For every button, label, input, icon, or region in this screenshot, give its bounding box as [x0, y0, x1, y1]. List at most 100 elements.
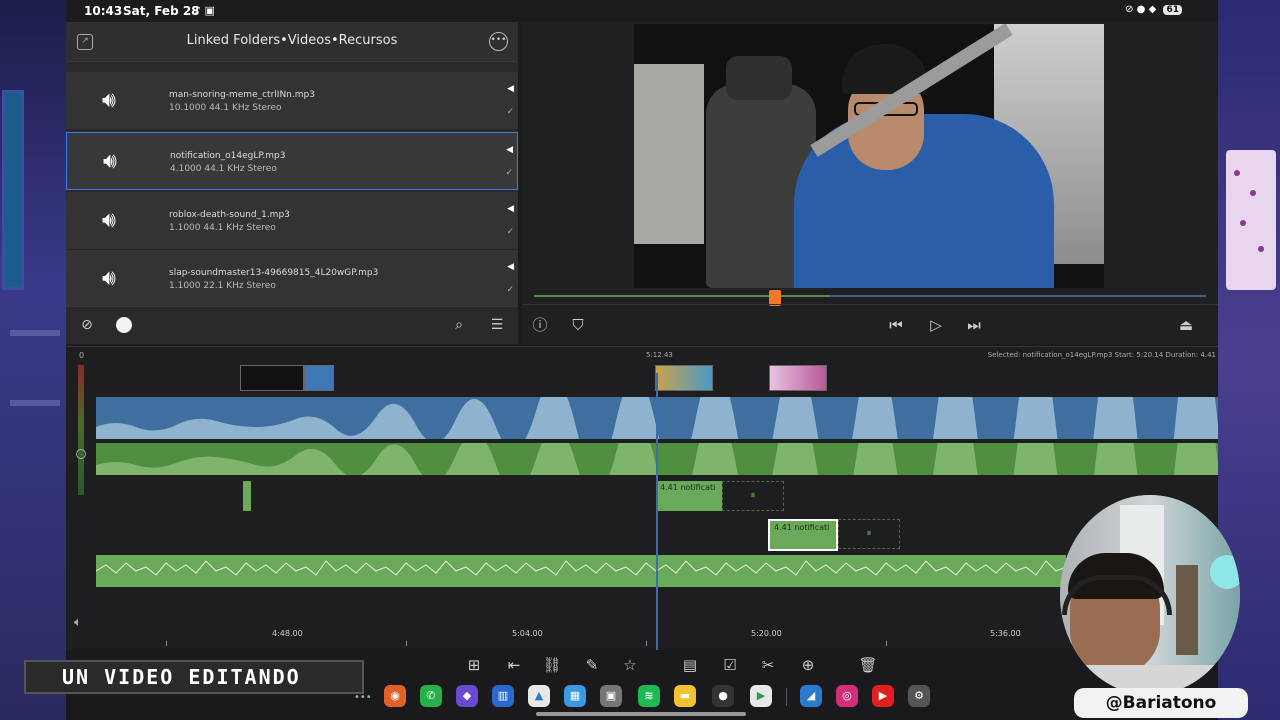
search-icon[interactable]: ⌕: [450, 316, 468, 334]
speaker-icon: 🔊︎: [102, 266, 116, 291]
browser-title[interactable]: Linked Folders•Videos•Recursos: [66, 33, 518, 48]
whatsapp-app-icon[interactable]: ✆: [420, 685, 442, 707]
add-clip-icon[interactable]: ⊞: [464, 656, 484, 674]
poster-art: [1226, 150, 1276, 290]
stream-caption: UN VIDEO EDITANDO: [24, 660, 364, 694]
more-options-icon[interactable]: •••: [489, 32, 508, 51]
info-icon[interactable]: ⓘ: [530, 315, 550, 335]
time-ruler[interactable]: 4:48.00 5:04.00 5:20.00 5:36.00: [96, 625, 1218, 651]
play-store-app-icon[interactable]: ▶: [750, 685, 772, 707]
check-icon: ✓: [506, 227, 514, 237]
shelf-art: [10, 400, 60, 406]
gem-app-icon[interactable]: ◆: [456, 685, 478, 707]
window-art: [2, 90, 24, 290]
status-bar: 10:43 Sat, Feb 28 ♪ ▣ ⊘ ● ◆ 61: [66, 0, 1218, 22]
gallery-app-icon[interactable]: ▣: [600, 685, 622, 707]
drive-app-icon[interactable]: ▲: [528, 685, 550, 707]
add-icon[interactable]: ⊕: [798, 656, 818, 674]
spotify-app-icon[interactable]: ≋: [638, 685, 660, 707]
undo-icon[interactable]: ↶: [1214, 315, 1219, 335]
folder-app-icon[interactable]: ▬: [674, 685, 696, 707]
files-app-icon[interactable]: ▦: [564, 685, 586, 707]
file-row-selected[interactable]: 🔊︎ notification_o14egLP.mp3 4.1000 44.1 …: [66, 132, 518, 190]
battery-icon: 61: [1163, 5, 1182, 15]
notes-app-icon[interactable]: ▥: [492, 685, 514, 707]
selection-info: Selected: notification_o14egLP.mp3 Start…: [987, 351, 1216, 359]
stream-scene: 10:43 Sat, Feb 28 ♪ ▣ ⊘ ● ◆ 61 ↗ Linked …: [0, 0, 1280, 720]
voiceover-icon[interactable]: ⏏: [1176, 315, 1196, 335]
speaker-icon: 🔊︎: [103, 149, 117, 174]
file-row[interactable]: 🔊︎ roblox-death-sound_1.mp3 1.1000 44.1 …: [66, 192, 518, 250]
play-icon[interactable]: ◀: [507, 204, 514, 214]
settings-app-icon[interactable]: ⚙: [908, 685, 930, 707]
streamer-handle: @Bariatono: [1074, 688, 1248, 718]
system-icons: ⊘ ● ◆ 61: [1125, 4, 1182, 15]
room-shelf: [1176, 565, 1198, 655]
timeline: 0 5:12.43 Selected: notification_o14egLP…: [66, 315, 1218, 651]
status-time: 10:43: [84, 4, 123, 18]
headrest-art: [726, 56, 792, 100]
sfx-clip[interactable]: 4.41 notificati: [656, 481, 722, 511]
editor-app-icon[interactable]: ◢: [800, 685, 822, 707]
file-meta: 1.1000 44.1 KHz Stereo: [169, 223, 276, 233]
skip-back-icon[interactable]: ⏮: [886, 315, 906, 335]
playhead[interactable]: [656, 373, 658, 651]
ruler-label: 4:48.00: [272, 629, 303, 638]
play-icon[interactable]: ▷: [926, 315, 946, 335]
play-icon[interactable]: ◀: [506, 145, 513, 155]
sfx-clip[interactable]: [243, 481, 251, 511]
instagram-app-icon[interactable]: ◎: [836, 685, 858, 707]
ruler-label: 5:20.00: [751, 629, 782, 638]
checkbox-icon[interactable]: ☑: [720, 656, 740, 674]
firefox-app-icon[interactable]: ◉: [384, 685, 406, 707]
title-clip[interactable]: [304, 365, 334, 391]
title-clip[interactable]: [240, 365, 304, 391]
notification-icons: ♪ ▣: [194, 4, 215, 17]
record-button[interactable]: [116, 317, 132, 333]
scissors-icon[interactable]: ✂: [758, 656, 778, 674]
clip-ghost: ⏸: [838, 519, 900, 549]
clip-label: 4.41 notificati: [774, 523, 830, 532]
clip-label: 4.41 notificati: [660, 483, 716, 492]
image-clip[interactable]: [655, 365, 713, 391]
file-name: notification_o14egLP.mp3: [170, 151, 286, 161]
insert-icon[interactable]: ⇤: [504, 656, 524, 674]
volume-icon[interactable]: 🔈︎: [74, 615, 82, 630]
file-name: man-snoring-meme_ctrlINn.mp3: [169, 90, 315, 100]
favorite-icon[interactable]: ☆: [620, 656, 640, 674]
play-icon[interactable]: ◀: [507, 262, 514, 272]
check-icon: ✓: [506, 285, 514, 295]
trash-icon[interactable]: 🗑︎: [858, 656, 878, 674]
scrubber-progress: [534, 295, 830, 297]
selected-sfx-clip[interactable]: 4.41 notificati: [768, 519, 838, 551]
sort-icon[interactable]: ☰: [488, 316, 506, 334]
camera-app-icon[interactable]: ●: [712, 685, 734, 707]
layers-icon[interactable]: ▤: [680, 656, 700, 674]
media-browser: ↗ Linked Folders•Videos•Recursos ••• 🔊︎ …: [66, 22, 518, 344]
youtube-app-icon[interactable]: ▶: [872, 685, 894, 707]
dock-separator: [786, 688, 787, 706]
pen-icon[interactable]: ✎: [582, 656, 602, 674]
preview-scrubber[interactable]: [534, 290, 1206, 306]
home-indicator[interactable]: [536, 712, 746, 716]
image-clip[interactable]: [769, 365, 827, 391]
volume-knob[interactable]: [76, 449, 86, 459]
status-date: Sat, Feb 28: [123, 4, 200, 18]
video-preview[interactable]: [634, 24, 1104, 288]
ruler-label: 5:04.00: [512, 629, 543, 638]
play-icon[interactable]: ◀: [507, 84, 514, 94]
browser-toolbar: ⊘ ⌕ ☰: [66, 306, 518, 344]
file-meta: 4.1000 44.1 KHz Stereo: [170, 164, 277, 174]
skip-forward-icon[interactable]: ⏭: [964, 315, 984, 335]
check-icon: ✓: [506, 107, 514, 117]
shelf-art: [10, 330, 60, 336]
file-row[interactable]: 🔊︎ man-snoring-meme_ctrlINn.mp3 10.1000 …: [66, 72, 518, 130]
select-check-icon[interactable]: ⊘: [78, 316, 96, 334]
timeline-start-label: 0: [79, 351, 85, 360]
music-track[interactable]: [95, 555, 1067, 587]
marker-icon[interactable]: ⛉: [568, 315, 588, 335]
file-row[interactable]: 🔊︎ slap-soundmaster13-49669815_4L20wGP.m…: [66, 250, 518, 308]
room-lamp: [1210, 555, 1240, 589]
link-icon[interactable]: ⛓: [542, 656, 562, 674]
timeline-position: 5:12.43: [646, 351, 673, 359]
